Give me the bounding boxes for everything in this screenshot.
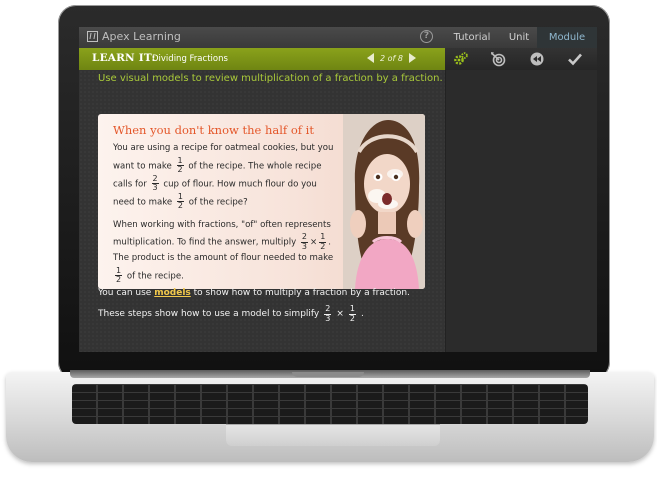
previous-page-icon[interactable] [367,53,374,63]
side-panel [445,70,597,352]
page-navigator: 2 of 8 [367,53,416,63]
steps-sentence: These steps show how to use a model to s… [98,304,364,323]
fraction: 23 [300,232,308,251]
fraction: 12 [115,265,123,284]
lesson-instruction: Use visual models to review multiplicati… [98,73,443,84]
fraction: 23 [151,173,159,192]
help-button[interactable]: ? [420,30,433,43]
gear-icon[interactable] [453,51,469,67]
fraction: 23 [324,304,332,323]
card-text: When you don't know the half of it You a… [113,123,341,289]
app-header: Apex Learning ? Tutorial Unit Module [79,27,597,48]
card-paragraph-2: When working with fractions, "of" often … [113,219,334,284]
models-sentence: You can use models to show how to multip… [98,288,410,298]
fraction: 12 [319,232,327,251]
back-icon[interactable] [529,51,545,67]
girl-with-flour-photo [343,114,425,289]
next-page-icon[interactable] [409,53,416,63]
fraction: 12 [176,155,184,174]
laptop-trackpad [226,424,440,446]
tab-tutorial[interactable]: Tutorial [445,27,499,48]
tab-unit[interactable]: Unit [499,27,539,48]
fraction: 12 [348,304,356,323]
fraction: 12 [176,191,184,210]
card-heading: When you don't know the half of it [113,123,314,137]
apex-logo-icon [87,31,98,42]
lesson-bar: LEARN IT: Dividing Fractions 2 of 8 [79,48,445,70]
logo-text: Apex Learning [102,30,181,43]
lesson-title: Dividing Fractions [152,54,228,64]
page-indicator: 2 of 8 [380,53,403,63]
models-link[interactable]: models [154,288,191,298]
tab-module[interactable]: Module [537,27,597,48]
check-icon[interactable] [567,51,583,67]
lesson-type-label: LEARN IT: [92,52,156,64]
scenario-card: When you don't know the half of it You a… [98,114,425,289]
tools-bar [445,48,597,70]
laptop-notch [292,372,364,377]
laptop-keyboard [72,384,588,424]
laptop-screen: Apex Learning ? Tutorial Unit Module LEA… [79,27,597,352]
target-icon[interactable] [490,51,506,67]
card-paragraph-1: You are using a recipe for oatmeal cooki… [113,143,334,210]
apex-logo: Apex Learning [87,30,181,43]
